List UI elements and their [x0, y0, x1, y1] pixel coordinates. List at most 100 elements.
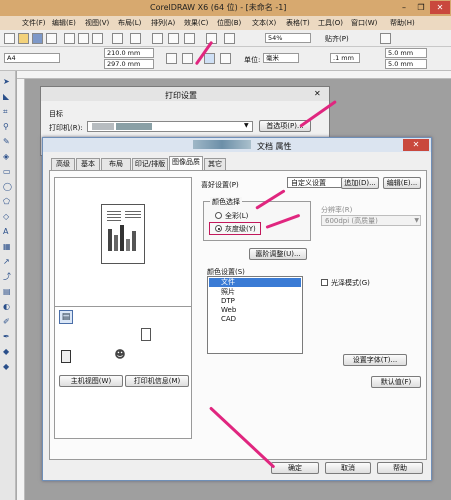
duplicate-x-field[interactable]: 5.0 mm [385, 48, 427, 58]
import-icon[interactable] [168, 33, 179, 44]
full-color-radio[interactable] [215, 212, 222, 219]
new-document-icon[interactable] [4, 33, 15, 44]
outline-pen-icon[interactable]: ✒ [3, 332, 13, 341]
horizontal-ruler[interactable] [17, 71, 451, 79]
printer-name-redacted-2 [116, 123, 152, 130]
preview-chart-bar [126, 239, 130, 251]
printer-info-button[interactable]: 打印机信息(M) [125, 375, 189, 387]
properties-close-icon[interactable]: ✕ [403, 139, 429, 151]
welcome-screen-icon[interactable] [224, 33, 235, 44]
menu-help[interactable]: 帮助(H) [390, 18, 415, 28]
shape-tool-icon[interactable]: ◣ [3, 92, 13, 101]
tab-layout[interactable]: 布局 [101, 158, 131, 170]
transparency-tool-icon[interactable]: ◐ [3, 302, 13, 311]
page-preview [101, 204, 145, 264]
crop-tool-icon[interactable]: ⌗ [3, 107, 13, 116]
pick-tool-icon[interactable]: ➤ [3, 77, 13, 86]
page-height-field[interactable]: 297.0 mm [104, 59, 154, 69]
connector-tool-icon[interactable]: ⤴ [3, 272, 13, 281]
list-item[interactable]: Web [221, 306, 236, 315]
defaults-button[interactable]: 默认值(F) [371, 376, 421, 388]
text-tool-icon[interactable]: A [3, 227, 13, 236]
color-settings-list[interactable]: 文件 照片 DTP Web CAD [207, 276, 303, 354]
help-button[interactable]: 帮助 [377, 462, 423, 474]
print-icon[interactable] [46, 33, 57, 44]
print-setup-close-icon[interactable]: ✕ [314, 89, 321, 98]
preview-chart-bar [132, 231, 136, 251]
menu-arrange[interactable]: 排列(A) [151, 18, 175, 28]
tab-basic[interactable]: 基本 [76, 158, 100, 170]
print-setup-title: 打印设置 [165, 91, 197, 100]
dimension-tool-icon[interactable]: ↗ [3, 257, 13, 266]
host-view-button[interactable]: 主机视图(W) [59, 375, 123, 387]
vertical-ruler[interactable] [17, 79, 25, 500]
page-size-select[interactable]: A4 [4, 53, 60, 63]
properties-dialog-title: 文档 属性 [257, 142, 292, 151]
page-width-field[interactable]: 210.0 mm [104, 48, 154, 58]
menu-layout[interactable]: 布局(L) [118, 18, 141, 28]
portrait-icon[interactable] [166, 53, 177, 64]
list-item[interactable]: DTP [221, 297, 235, 306]
open-folder-icon[interactable] [18, 33, 29, 44]
list-item[interactable]: 文件 [209, 278, 301, 287]
list-item[interactable]: 照片 [221, 288, 235, 297]
menu-text[interactable]: 文本(X) [252, 18, 276, 28]
gray-adjust-button[interactable]: 嚣阶调整(U)... [249, 248, 307, 260]
search-content-icon[interactable] [152, 33, 163, 44]
redo-icon[interactable] [130, 33, 141, 44]
export-icon[interactable] [184, 33, 195, 44]
menu-bitmap[interactable]: 位图(B) [217, 18, 241, 28]
grayscale-radio[interactable] [215, 225, 222, 232]
landscape-icon[interactable] [182, 53, 193, 64]
cancel-button[interactable]: 取消 [325, 462, 371, 474]
zoom-tool-icon[interactable]: ⚲ [3, 122, 13, 131]
menu-effects[interactable]: 效果(C) [184, 18, 208, 28]
eyedropper-tool-icon[interactable]: ✐ [3, 317, 13, 326]
fill-tool-icon[interactable]: ◆ [3, 347, 13, 356]
rectangle-tool-icon[interactable]: ▭ [3, 167, 13, 176]
freehand-tool-icon[interactable]: ✎ [3, 137, 13, 146]
tab-advanced[interactable]: 高级 [51, 158, 75, 170]
menu-file[interactable]: 文件(F) [22, 18, 46, 28]
nudge-distance-field[interactable]: .1 mm [330, 53, 360, 63]
options-icon[interactable] [380, 33, 391, 44]
properties-dialog-header: 文档 属性 ✕ [43, 138, 431, 152]
menu-tools[interactable]: 工具(O) [318, 18, 343, 28]
copy-icon[interactable] [78, 33, 89, 44]
table-tool-icon[interactable]: ▦ [3, 242, 13, 251]
all-pages-icon[interactable] [204, 53, 215, 64]
interactive-fill-icon[interactable]: ◆ [3, 362, 13, 371]
add-preset-button[interactable]: 追加(D)... [341, 177, 379, 189]
duplicate-y-field[interactable]: 5.0 mm [385, 59, 427, 69]
save-icon[interactable] [32, 33, 43, 44]
minimize-button[interactable]: – [396, 1, 412, 14]
ellipse-tool-icon[interactable]: ◯ [3, 182, 13, 191]
tab-imprint[interactable]: 印记/排版 [132, 158, 168, 170]
maximize-button[interactable]: ❐ [413, 1, 429, 14]
tab-other[interactable]: 其它 [204, 158, 226, 170]
basic-shapes-icon[interactable]: ◇ [3, 212, 13, 221]
zoom-level-field[interactable]: 54% [265, 33, 311, 43]
undo-icon[interactable] [112, 33, 123, 44]
gloss-mode-checkbox[interactable] [321, 279, 328, 286]
printer-select[interactable]: ▼ [87, 121, 253, 132]
snap-to-menu[interactable]: 贴齐(P) [325, 34, 349, 44]
menu-table[interactable]: 表格(T) [286, 18, 310, 28]
smart-fill-icon[interactable]: ◈ [3, 152, 13, 161]
current-page-icon[interactable] [220, 53, 231, 64]
edit-preset-button[interactable]: 编辑(E)... [383, 177, 421, 189]
menu-view[interactable]: 视图(V) [85, 18, 109, 28]
list-item[interactable]: CAD [221, 315, 236, 324]
target-section-label: 目标 [49, 110, 63, 118]
close-button[interactable]: ✕ [430, 1, 450, 14]
menu-window[interactable]: 窗口(W) [351, 18, 377, 28]
menu-edit[interactable]: 编辑(E) [52, 18, 76, 28]
ok-button[interactable]: 确定 [271, 462, 319, 474]
blend-tool-icon[interactable]: ▤ [3, 287, 13, 296]
paste-icon[interactable] [92, 33, 103, 44]
unit-select[interactable]: 毫米 [263, 53, 299, 63]
polygon-tool-icon[interactable]: ⬠ [3, 197, 13, 206]
cut-icon[interactable] [64, 33, 75, 44]
tab-image-quality[interactable]: 图像品质 [169, 156, 203, 171]
font-settings-button[interactable]: 设置字体(T)... [343, 354, 407, 366]
